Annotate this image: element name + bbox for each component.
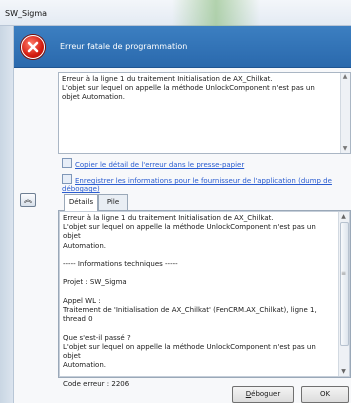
debug-button[interactable]: Déboguer <box>232 386 294 403</box>
save-dump-link-label: Enregistrer les informations pour le fou… <box>62 177 332 193</box>
error-icon <box>21 35 45 59</box>
save-dump-link[interactable]: Enregistrer les informations pour le fou… <box>62 174 351 193</box>
scroll-up-icon[interactable]: ▲ <box>341 73 349 81</box>
double-chevron-up-icon: ︽ <box>24 195 32 204</box>
floppy-disk-icon <box>62 174 72 184</box>
tab-stack[interactable]: Pile <box>98 194 128 210</box>
scroll-down-icon[interactable]: ▼ <box>339 367 348 376</box>
tab-details-label: Détails <box>68 198 94 206</box>
details-text-box[interactable]: Erreur à la ligne 1 du traitement Initia… <box>59 211 350 388</box>
ok-button[interactable]: OK <box>301 386 349 403</box>
scroll-thumb[interactable] <box>340 222 349 346</box>
title-bar: SW_Sigma <box>0 0 351 26</box>
error-message-text: Erreur à la ligne 1 du traitement Initia… <box>62 75 315 101</box>
debug-button-label: éboguer <box>251 390 281 398</box>
error-title: Erreur fatale de programmation <box>60 42 188 51</box>
collapse-details-button[interactable]: ︽ <box>20 193 36 207</box>
copy-error-link[interactable]: Copier le détail de l'erreur dans le pre… <box>62 158 244 169</box>
scroll-down-icon[interactable]: ▼ <box>341 145 349 153</box>
copy-error-link-label: Copier le détail de l'erreur dans le pre… <box>75 161 245 169</box>
scroll-up-icon[interactable]: ▲ <box>339 212 348 221</box>
window-title: SW_Sigma <box>5 9 48 18</box>
title-bar-glow <box>172 0 260 26</box>
error-message-box[interactable]: Erreur à la ligne 1 du traitement Initia… <box>58 72 351 154</box>
details-scrollbar[interactable]: ▲ ≡ ▼ <box>338 212 349 376</box>
tab-details[interactable]: Détails <box>64 194 98 211</box>
clipboard-icon <box>62 158 72 168</box>
details-text: Erreur à la ligne 1 du traitement Initia… <box>63 214 317 388</box>
message-scrollbar[interactable]: ▲ ▼ <box>340 73 350 153</box>
tab-stack-label: Pile <box>106 198 120 206</box>
left-rail <box>0 26 14 403</box>
ok-button-label: OK <box>319 390 331 398</box>
scroll-grip-icon: ≡ <box>341 270 347 277</box>
